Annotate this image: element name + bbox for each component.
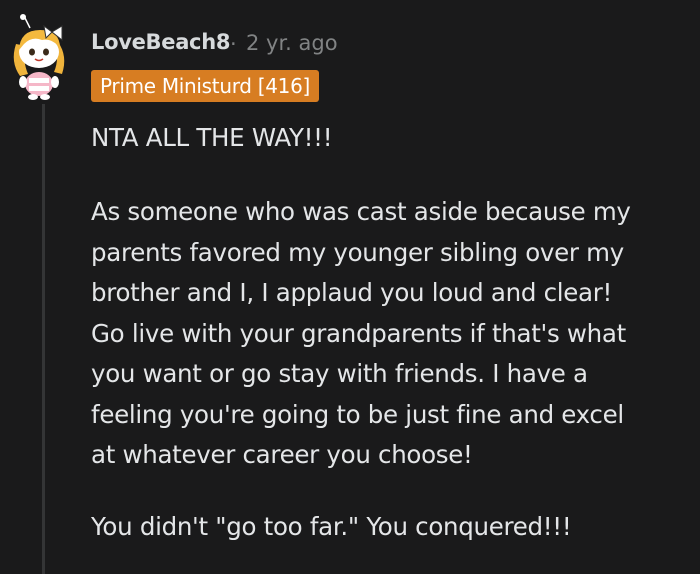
paragraph-line: feeling you're going to be just fine and… [91,399,624,429]
author-name[interactable]: LoveBeach8 [91,30,230,54]
comment: LoveBeach8 · 2 yr. ago Prime Ministurd [… [0,0,700,574]
user-flair: Prime Ministurd [416] [91,70,320,102]
comment-paragraph-1: NTA ALL THE WAY!!! [91,118,333,159]
snoo-avatar-icon[interactable] [8,14,70,100]
meta-separator: · [230,32,237,56]
thread-collapse-line[interactable] [42,104,45,574]
paragraph-line: parents favored my younger sibling over … [91,237,624,267]
paragraph-line: you want or go stay with friends. I have… [91,359,588,388]
comment-timestamp[interactable]: 2 yr. ago [246,31,338,55]
paragraph-line: Go live with your grandparents if that's… [91,318,626,348]
paragraph-line: NTA ALL THE WAY!!! [91,123,333,152]
paragraph-line: at whatever career you choose! [91,440,473,469]
comment-paragraph-3: You didn't "go too far." You conquered!!… [91,507,572,548]
comment-paragraph-2: As someone who was cast aside because my… [91,192,631,476]
paragraph-line: As someone who was cast aside because my [91,197,631,226]
paragraph-line: You didn't "go too far." You conquered!!… [91,512,572,541]
paragraph-line: brother and I, I applaud you loud and cl… [91,278,613,307]
